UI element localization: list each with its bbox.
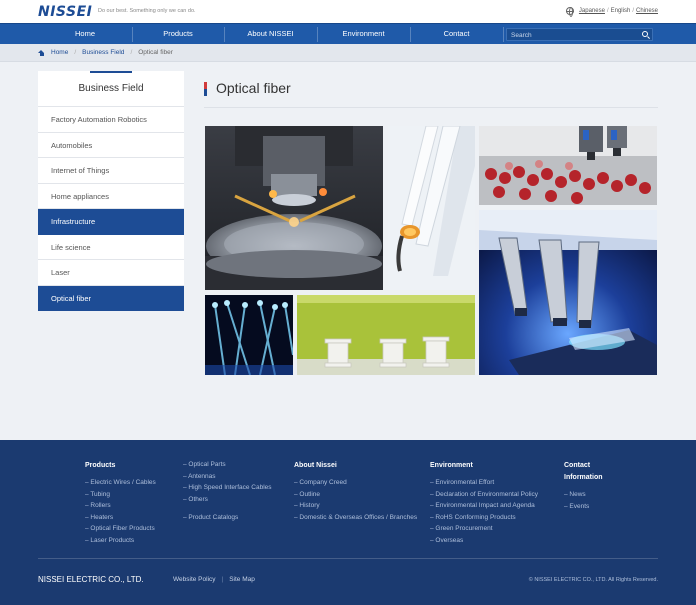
sidebar-item-factory-automation[interactable]: Factory Automation Robotics xyxy=(38,107,184,133)
language-switcher: Japanese / English / Chinese xyxy=(565,7,658,17)
main-nav: Home Products About NISSEI Environment C… xyxy=(0,23,696,44)
footer-link[interactable]: Environmental Impact and Agenda xyxy=(430,500,538,512)
photo-curing-light xyxy=(388,126,475,290)
search-box xyxy=(506,28,653,41)
sidebar-item-infrastructure[interactable]: Infrastructure xyxy=(38,209,184,235)
tagline: Do our best. Something only we can do. xyxy=(98,8,196,14)
photo-wafer-probe xyxy=(205,126,383,290)
footer-link[interactable]: Antennas xyxy=(183,471,272,483)
sidebar-item-home-appliances[interactable]: Home appliances xyxy=(38,183,184,209)
nav-about[interactable]: About NISSEI xyxy=(224,24,317,45)
nav-contact[interactable]: Contact xyxy=(410,24,503,45)
page-title: Optical fiber xyxy=(216,80,291,96)
footer-link[interactable]: Declaration of Environmental Policy xyxy=(430,489,538,501)
page-title-area: Optical fiber xyxy=(204,80,658,108)
footer-link[interactable]: History xyxy=(294,500,417,512)
footer-link[interactable]: Product Catalogs xyxy=(183,512,272,524)
footer-about-col: About Nissei Company Creed Outline Histo… xyxy=(294,460,417,523)
sidebar-item-life-science[interactable]: Life science xyxy=(38,234,184,260)
sidebar-item-iot[interactable]: Internet of Things xyxy=(38,158,184,184)
footer-link[interactable]: Laser Products xyxy=(85,535,156,547)
nav-environment[interactable]: Environment xyxy=(317,24,410,45)
footer-link[interactable]: Others xyxy=(183,494,272,506)
footer-information-title[interactable]: Information xyxy=(564,472,603,484)
sidebar-item-optical-fiber[interactable]: Optical fiber xyxy=(38,285,184,311)
footer-link[interactable]: High Speed Interface Cables xyxy=(183,482,271,494)
sidebar-title: Business Field xyxy=(38,71,184,107)
footer-products-title[interactable]: Products xyxy=(85,460,156,472)
site-map-link[interactable]: Site Map xyxy=(229,576,255,583)
photo-green-room xyxy=(297,295,475,375)
sidebar: Business Field Factory Automation Roboti… xyxy=(38,71,184,311)
footer-link[interactable]: Green Procurement xyxy=(430,523,538,535)
footer: Products Electric Wires / Cables Tubing … xyxy=(0,440,696,605)
globe-icon xyxy=(565,7,574,17)
top-bar: NISSEI Do our best. Something only we ca… xyxy=(0,0,696,23)
website-policy-link[interactable]: Website Policy xyxy=(173,576,216,583)
footer-link[interactable]: Events xyxy=(564,501,603,513)
photo-microscope xyxy=(479,210,657,375)
sidebar-item-laser[interactable]: Laser xyxy=(38,260,184,286)
footer-link[interactable]: News xyxy=(564,489,603,501)
photo-sensor-beads xyxy=(479,126,657,205)
footer-link[interactable]: Overseas xyxy=(430,535,538,547)
breadcrumb-business-field[interactable]: Business Field xyxy=(82,49,124,56)
home-icon xyxy=(38,49,45,56)
footer-products-col: Products Electric Wires / Cables Tubing … xyxy=(85,460,156,546)
footer-bottom-links: Website Policy | Site Map xyxy=(173,576,255,583)
footer-brand: NISSEI ELECTRIC CO., LTD. xyxy=(38,575,144,584)
footer-products2-col: Optical Parts Antennas High Speed Interf… xyxy=(183,459,272,524)
footer-link[interactable]: Outline xyxy=(294,489,417,501)
nav-products[interactable]: Products xyxy=(132,24,224,45)
footer-environment-title[interactable]: Environment xyxy=(430,460,538,472)
footer-link[interactable]: Rollers xyxy=(85,500,156,512)
footer-about-title[interactable]: About Nissei xyxy=(294,460,417,472)
nissei-logo[interactable]: NISSEI xyxy=(38,4,92,20)
sidebar-item-automobiles[interactable]: Automobiles xyxy=(38,132,184,158)
search-input[interactable] xyxy=(511,30,636,40)
breadcrumb-current: Optical fiber xyxy=(138,49,173,56)
photo-stage-lights xyxy=(205,295,293,375)
nav-home[interactable]: Home xyxy=(38,24,132,45)
footer-link[interactable]: Domestic & Overseas Offices / Branches xyxy=(294,512,417,524)
footer-link[interactable]: Optical Fiber Products xyxy=(85,523,156,535)
breadcrumb-home[interactable]: Home xyxy=(51,49,68,56)
footer-divider xyxy=(38,558,658,559)
footer-environment-col: Environment Environmental Effort Declara… xyxy=(430,460,538,546)
footer-link[interactable]: Electric Wires / Cables xyxy=(85,477,155,489)
breadcrumb: Home / Business Field / Optical fiber xyxy=(0,44,696,62)
lang-japanese[interactable]: Japanese xyxy=(579,8,605,14)
lang-chinese[interactable]: Chinese xyxy=(636,8,658,14)
footer-link[interactable]: Heaters xyxy=(85,512,156,524)
copyright: © NISSEI ELECTRIC CO., LTD. All Rights R… xyxy=(528,577,658,583)
search-icon[interactable] xyxy=(642,31,648,37)
footer-link[interactable]: Company Creed xyxy=(294,477,417,489)
footer-link[interactable]: Optical Parts xyxy=(183,459,272,471)
footer-contact-title[interactable]: Contact xyxy=(564,460,603,472)
footer-link[interactable]: Tubing xyxy=(85,489,156,501)
footer-contact-col: Contact Information News Events xyxy=(564,460,603,512)
footer-link[interactable]: RoHS Conforming Products xyxy=(430,512,538,524)
title-accent xyxy=(204,82,207,96)
lang-english[interactable]: English xyxy=(611,8,631,14)
footer-link[interactable]: Environmental Effort xyxy=(430,477,538,489)
